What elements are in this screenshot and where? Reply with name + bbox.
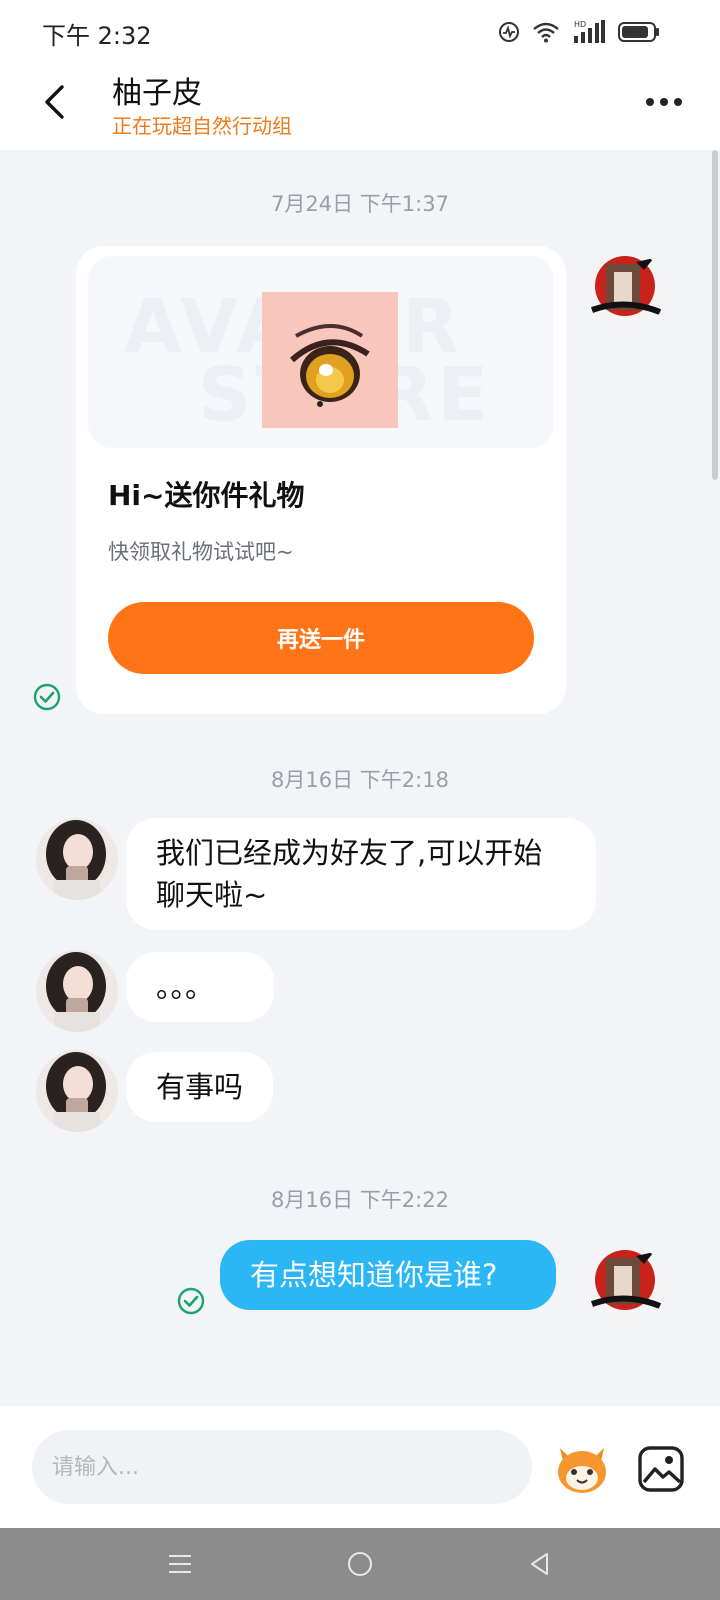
contact-name: 柚子皮 — [112, 76, 202, 111]
battery-icon — [618, 21, 660, 43]
more-dots-icon — [646, 98, 654, 106]
gift-banner: AVATAR STORE — [88, 256, 554, 448]
my-avatar[interactable] — [584, 250, 666, 332]
sent-check-icon — [33, 683, 61, 711]
message-input[interactable] — [32, 1430, 532, 1504]
svg-text:HD: HD — [574, 20, 586, 29]
hd-signal-icon: HD — [572, 19, 606, 45]
back-icon — [531, 1553, 548, 1575]
gift-title: Hi~送你件礼物 — [108, 479, 305, 512]
timestamp: 8月16日 下午2:18 — [271, 768, 449, 792]
received-message[interactable]: 有事吗 — [126, 1052, 274, 1122]
emoji-button[interactable] — [552, 1440, 612, 1496]
status-bar: 下午 2:32 HD — [0, 0, 720, 62]
status-time: 下午 2:32 — [42, 22, 152, 50]
image-picker-icon — [638, 1446, 684, 1492]
chat-header: 柚子皮 正在玩超自然行动组 — [0, 62, 720, 150]
my-avatar[interactable] — [584, 1244, 666, 1326]
home-nav-button[interactable] — [342, 1546, 378, 1582]
contact-avatar[interactable] — [36, 818, 118, 900]
gift-eye-image — [262, 292, 398, 428]
status-icons: HD — [498, 18, 660, 46]
more-options-button[interactable] — [636, 84, 692, 120]
contact-avatar[interactable] — [36, 950, 118, 1032]
gift-description: 快领取礼物试试吧~ — [108, 540, 294, 564]
received-message[interactable]: 。。。 — [126, 952, 274, 1022]
emoji-mascot-icon — [558, 1448, 606, 1493]
more-dot — [674, 98, 682, 106]
system-nav-bar — [0, 1528, 720, 1600]
sent-check-icon — [177, 1287, 205, 1315]
send-another-gift-button[interactable]: 再送一件 — [108, 602, 534, 674]
sent-message[interactable]: 有点想知道你是谁? — [220, 1240, 556, 1310]
menu-icon — [169, 1555, 191, 1573]
contact-status: 正在玩超自然行动组 — [112, 114, 292, 138]
gift-card[interactable]: AVATAR STORE Hi~送你件礼物 快领取礼物试试吧~ 再送一件 — [76, 246, 566, 714]
chat-messages[interactable]: 7月24日 下午1:37 AVATAR STORE Hi~送你件礼物 快领取礼物… — [0, 150, 720, 1406]
wifi-icon — [532, 21, 560, 43]
contact-avatar[interactable] — [36, 1050, 118, 1132]
back-button[interactable] — [30, 78, 78, 126]
activity-icon — [498, 21, 520, 43]
input-bar — [0, 1406, 720, 1528]
timestamp: 7月24日 下午1:37 — [271, 192, 449, 216]
timestamp: 8月16日 下午2:22 — [271, 1188, 449, 1212]
menu-nav-button[interactable] — [162, 1546, 198, 1582]
more-dot — [660, 98, 668, 106]
home-icon — [348, 1552, 372, 1576]
back-nav-button[interactable] — [522, 1546, 558, 1582]
back-arrow-icon — [45, 85, 64, 119]
image-button[interactable] — [636, 1444, 686, 1494]
received-message[interactable]: 我们已经成为好友了,可以开始聊天啦~ — [126, 818, 596, 930]
